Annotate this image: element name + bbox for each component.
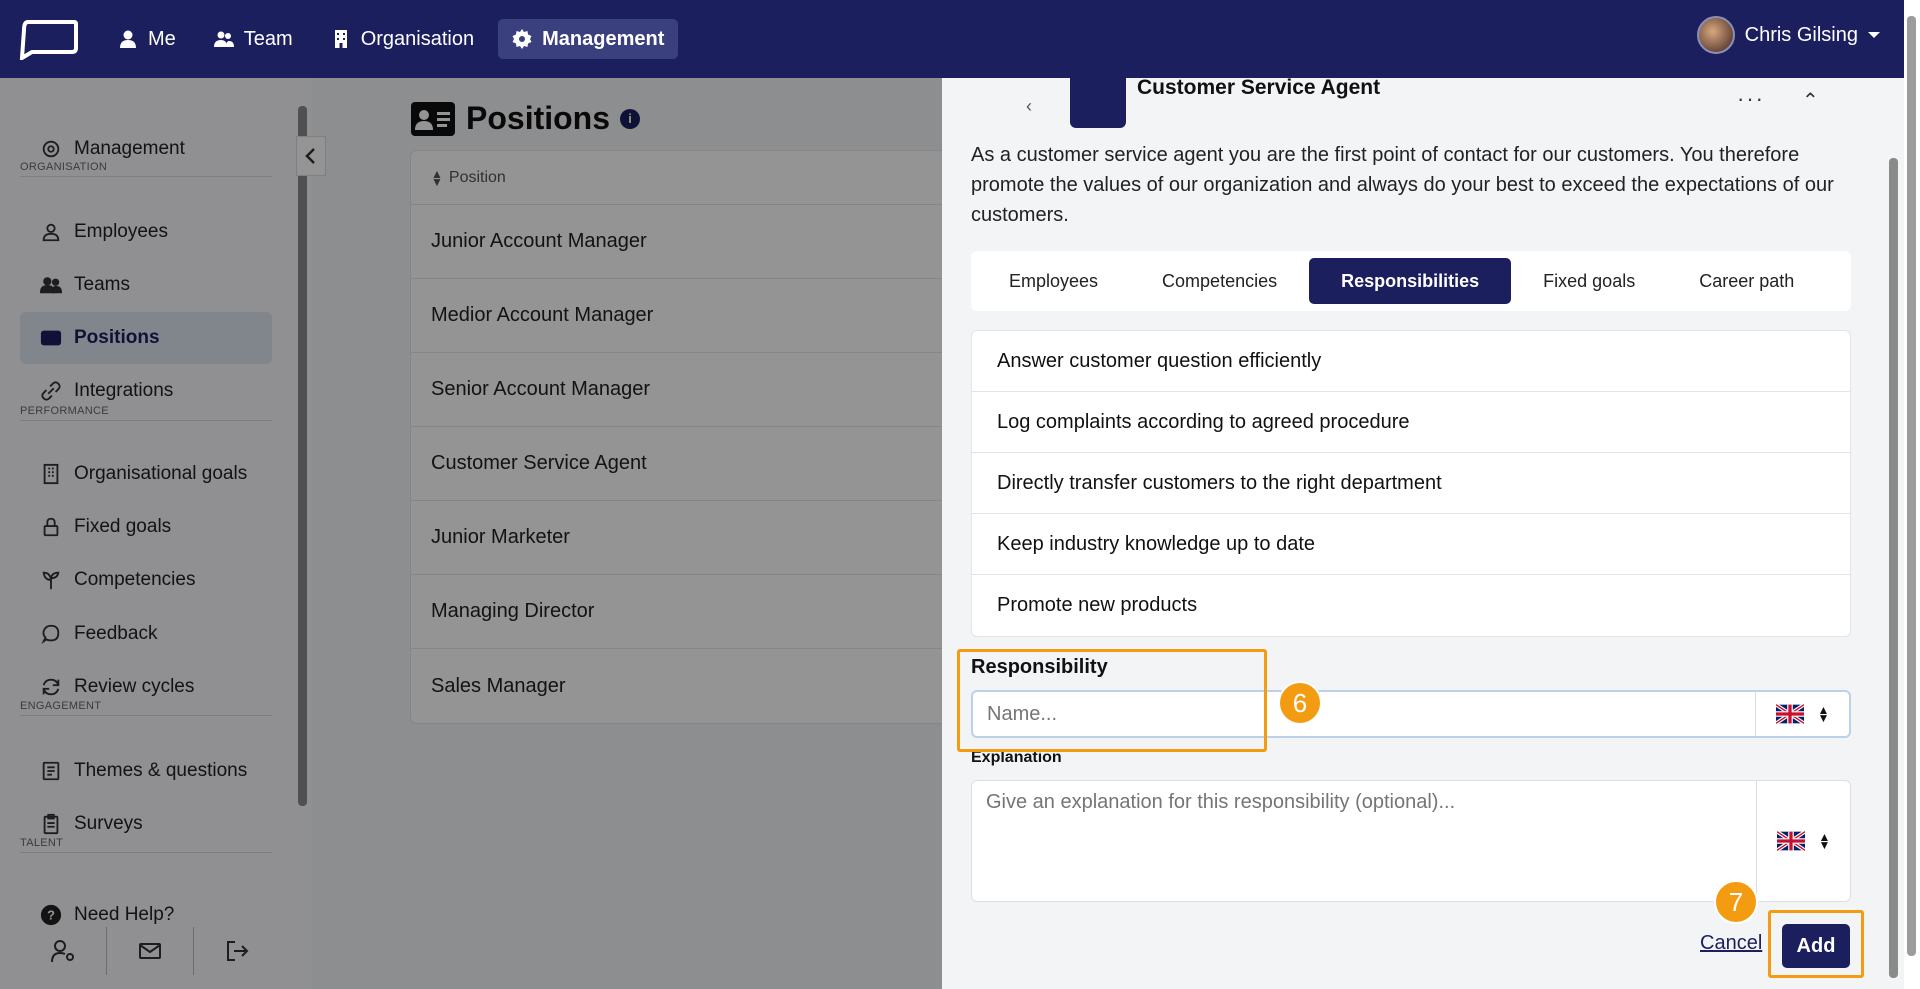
position-description: As a customer service agent you are the …: [971, 144, 1834, 226]
nav-organisation[interactable]: Organisation: [317, 19, 488, 59]
step-7-marker: 7: [1714, 880, 1758, 924]
tab-fixed-goals[interactable]: Fixed goals: [1511, 258, 1667, 304]
uk-flag-icon: [1775, 704, 1804, 724]
panel-header: ‹ Customer Service Agent ··· ⌃: [982, 78, 1862, 128]
user-name: Chris Gilsing: [1744, 23, 1858, 46]
position-badge-icon: [1070, 78, 1126, 128]
nav-me-label: Me: [148, 27, 176, 50]
sort-updown-icon: ▲ ▼: [1817, 703, 1830, 725]
list-item[interactable]: Keep industry knowledge up to date: [972, 514, 1850, 575]
responsibilities-list: Answer customer question efficiently Log…: [971, 330, 1851, 637]
language-select[interactable]: ▲ ▼: [1755, 692, 1849, 736]
nav-me[interactable]: Me: [104, 19, 190, 59]
list-item[interactable]: Answer customer question efficiently: [972, 331, 1850, 392]
list-item[interactable]: Log complaints according to agreed proce…: [972, 392, 1850, 453]
avatar: [1696, 16, 1735, 54]
tab-employees[interactable]: Employees: [977, 258, 1130, 304]
step-6-marker: 6: [1278, 681, 1322, 725]
chevron-up-icon[interactable]: ⌃: [1802, 88, 1819, 113]
caret-down-icon: [1868, 32, 1880, 38]
explanation-textarea[interactable]: [972, 781, 1756, 901]
gear-icon: [512, 29, 532, 49]
page-scrollbar-thumb[interactable]: [1907, 16, 1916, 956]
modal-backdrop[interactable]: [0, 78, 942, 989]
explanation-field: ▲▼: [971, 780, 1851, 902]
tab-career-path[interactable]: Career path: [1667, 258, 1826, 304]
app-logo-icon[interactable]: [18, 18, 78, 60]
nav-organisation-label: Organisation: [360, 27, 475, 50]
tab-competencies[interactable]: Competencies: [1130, 258, 1309, 304]
panel-tabs: Employees Competencies Responsibilities …: [971, 251, 1851, 311]
user-icon: [120, 30, 136, 48]
top-navigation: Me Team Organisation Management Chris Gi…: [0, 0, 1920, 78]
list-item[interactable]: Promote new products: [972, 575, 1850, 636]
panel-scrollbar-thumb[interactable]: [1889, 158, 1898, 978]
more-options-icon[interactable]: ···: [1737, 86, 1765, 112]
main-nav: Me Team Organisation Management: [104, 19, 679, 59]
language-select[interactable]: ▲ ▼: [1756, 781, 1850, 901]
list-item[interactable]: Directly transfer customers to the right…: [972, 453, 1850, 514]
building-icon: [334, 30, 347, 48]
nav-management[interactable]: Management: [498, 19, 679, 59]
position-detail-panel: ‹ Customer Service Agent ··· ⌃ As a cust…: [942, 78, 1884, 989]
nav-team[interactable]: Team: [200, 19, 307, 59]
panel-title: Customer Service Agent: [1137, 78, 1381, 99]
user-menu[interactable]: Chris Gilsing: [1696, 16, 1880, 54]
nav-team-label: Team: [243, 27, 293, 50]
nav-management-label: Management: [542, 27, 665, 50]
back-chevron-icon[interactable]: ‹: [1026, 96, 1032, 117]
users-icon: [213, 31, 234, 47]
sort-updown-icon: ▲ ▼: [1818, 830, 1831, 852]
panel-scrollbar[interactable]: [1884, 78, 1904, 989]
tab-responsibilities[interactable]: Responsibilities: [1309, 258, 1512, 304]
step-6-highlight: [957, 649, 1267, 752]
step-7-highlight: [1768, 910, 1864, 978]
uk-flag-icon: [1776, 831, 1805, 851]
cancel-button[interactable]: Cancel: [1700, 932, 1762, 955]
